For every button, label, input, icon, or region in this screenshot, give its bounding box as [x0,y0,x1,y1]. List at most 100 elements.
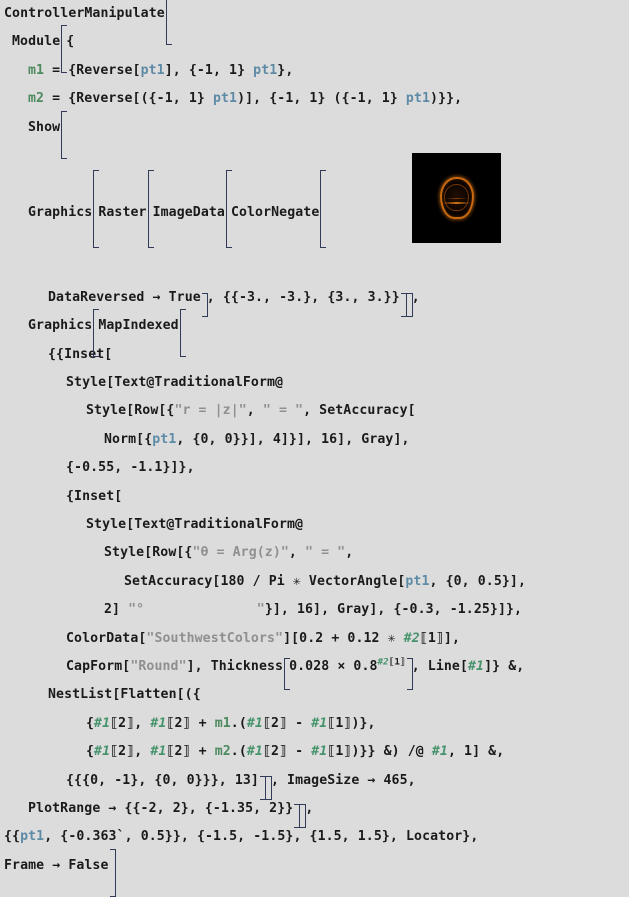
token-module: Module [12,34,61,50]
code-line-4: m2 = {Reverse[({-1, 1} pt1)], {-1, 1} ({… [0,85,629,113]
code-line-29: {{pt1, {-0.363`, 0.5}}, {-1.5, -1.5}, {1… [0,823,629,851]
code-line-23: CapForm["Round"], Thickness 0.028 × 0.8#2… [0,653,629,690]
token-slot-1: #1 [150,715,167,731]
token-map-operator: )}} &) /@ [351,744,432,760]
token-minus: - [287,744,312,760]
code-line-17: {Inset[ [0,483,629,511]
token-vectorangle-tail: , {0, 0.5}], [429,573,526,589]
code-line-11: Graphics MapIndexed [0,309,629,358]
token-imagedata: ImageData [152,204,225,220]
token-control-spec: , {-0.363`, 0.5}}, {-1.5, -1.5}, {1.5, 1… [44,829,479,845]
token-frame-option: Frame → False [4,857,109,873]
token-string-theta-arg-z: "θ = Arg(z)" [192,545,289,561]
token-m2: m2 [214,744,231,760]
token-string-equals: " = " [305,545,346,561]
token-slot-1: #1 [246,744,263,760]
token-dot: .( [230,715,247,731]
token-thickness-expr: 0.028 × 0.8 [289,658,378,674]
code-line-24: NestList[Flatten[({ [0,681,629,709]
code-line-22: ColorData["SouthwestColors"][0.2 + 0.12 … [0,625,629,653]
token-colornegate: ColorNegate [230,204,320,220]
token-control-spec-open: {{ [4,829,21,845]
token-slot-1: #1 [94,744,111,760]
token-part-2: ⟦2⟧ [262,744,288,760]
token-rest: ], {-1, 1} [164,62,254,78]
token-part-2: ⟦2⟧ [166,744,191,760]
token-string-southwestcolors: "SouthwestColors" [146,630,284,646]
code-line-14: Style[Row[{"r = |z|", " = ", SetAccuracy… [0,397,629,425]
token-string-degree: "° " [128,602,265,618]
token-slot-2-exponent: #2 [377,656,389,668]
code-line-1: ControllerManipulate [0,0,629,45]
code-line-10: DataReversed → True , {{-3., -3.}, {3., 3… [0,284,629,317]
token-pt1: pt1 [140,62,165,78]
token-part-2: ⟦2⟧ [110,715,135,731]
code-line-28: PlotRange → {{-2, 2}, {-1.35, 2}}, [0,795,629,828]
token-dot: .( [230,744,247,760]
token-rule-arrow: → [144,289,169,305]
wolfram-code-cell[interactable]: ControllerManipulate Module{ m1 = {Rever… [0,0,629,897]
code-line-2: Module { [0,25,629,74]
code-line-16: {-0.55, -1.1}]}, [0,454,629,482]
token-slot-1: #1 [150,744,167,760]
token-part-1: ⟦1⟧ [327,715,352,731]
token-initial-points: {{{0, -1}, {0, 0}}}, 13] [66,772,259,788]
token-plus: + [190,715,215,731]
token-slot-1: #1 [94,715,111,731]
token-brace: { [86,715,95,731]
token-m2: m2 [28,91,45,107]
token-pt1: pt1 [405,573,430,589]
token-slot-1: #1 [467,658,485,674]
token-comma: , [411,289,420,305]
token-colordata: ColorData[ [66,630,147,646]
token-function-end: ]} &, [484,658,525,674]
token-bracket: [({-1, 1} [132,91,213,107]
token-graphics: Graphics [28,318,93,334]
token-tail: }, [277,62,294,78]
token-assign: = { [44,91,77,107]
raster-thumbnail-image[interactable] [412,153,501,243]
token-comma-tail: , [345,545,354,561]
token-show: Show [28,119,61,135]
token-comma: , [134,715,151,731]
code-line-19: Style[Row[{"θ = Arg(z)", " = ", [0,539,629,567]
token-controller-manipulate: ControllerManipulate [4,6,165,21]
token-pt1: pt1 [20,829,45,845]
token-plotrange: PlotRange → {{-2, 2}, {-1.35, 2}} [28,800,294,816]
token-part-2: ⟦2⟧ [110,744,135,760]
token-part-2: ⟦2⟧ [166,715,191,731]
code-line-3: m1 = {Reverse[pt1], {-1, 1} pt1}, [0,57,629,85]
token-line: , Line[ [411,658,468,674]
token-tail: )}}, [430,91,463,107]
token-assign: = { [44,62,77,78]
token-setaccuracy-vectorangle: SetAccuracy[180 / Pi ✳ VectorAngle[ [124,573,406,589]
token-part-2: ⟦2⟧ [262,715,288,731]
code-line-18: Style[Text@TraditionalForm@ [0,511,629,539]
code-line-21: 2] "° "}], 16], Gray], {-0.3, -1.25}]}, [0,596,629,624]
token-slot-1: #1 [311,715,328,731]
token-mid: )], {-1, 1} ({-1, 1} [237,91,406,107]
token-brace: { [86,744,95,760]
token-style-text-traditionalform: Style[Text@TraditionalForm@ [86,517,304,533]
token-comma: , [134,744,151,760]
token-raster: Raster [98,204,147,220]
token-comma: , [305,800,314,816]
token-style-row: Style[Row[{ [86,403,175,419]
token-inset-position-2: }], 16], Gray], {-0.3, -1.25}]}, [264,602,523,618]
token-range: , {{-3., -3.}, {3., 3.}} [206,289,400,305]
token-slot-1: #1 [311,744,328,760]
token-inset-position-1: {-0.55, -1.1}]}, [66,460,195,476]
token-pt1: pt1 [405,91,431,107]
code-line-13: Style[Text@TraditionalForm@ [0,369,629,397]
token-datareversed: DataReversed [48,289,145,305]
code-line-5: Show [0,110,629,159]
token-string-equals: " = " [262,403,304,419]
token-pt1: pt1 [212,91,238,107]
attractor-lower-chord [442,202,471,204]
token-reverse: Reverse [76,91,133,107]
code-line-26: {#1⟦2⟧, #1⟦2⟧ + m2.(#1⟦2⟧ - #1⟦1⟧)}} &) … [0,738,629,766]
token-norm: Norm[{ [104,431,153,447]
code-line-15: Norm[{pt1, {0, 0}}], 4]}], 16], Gray], [0,426,629,454]
token-inset-open: {{Inset[ [48,346,113,362]
attractor-figure [439,177,474,219]
